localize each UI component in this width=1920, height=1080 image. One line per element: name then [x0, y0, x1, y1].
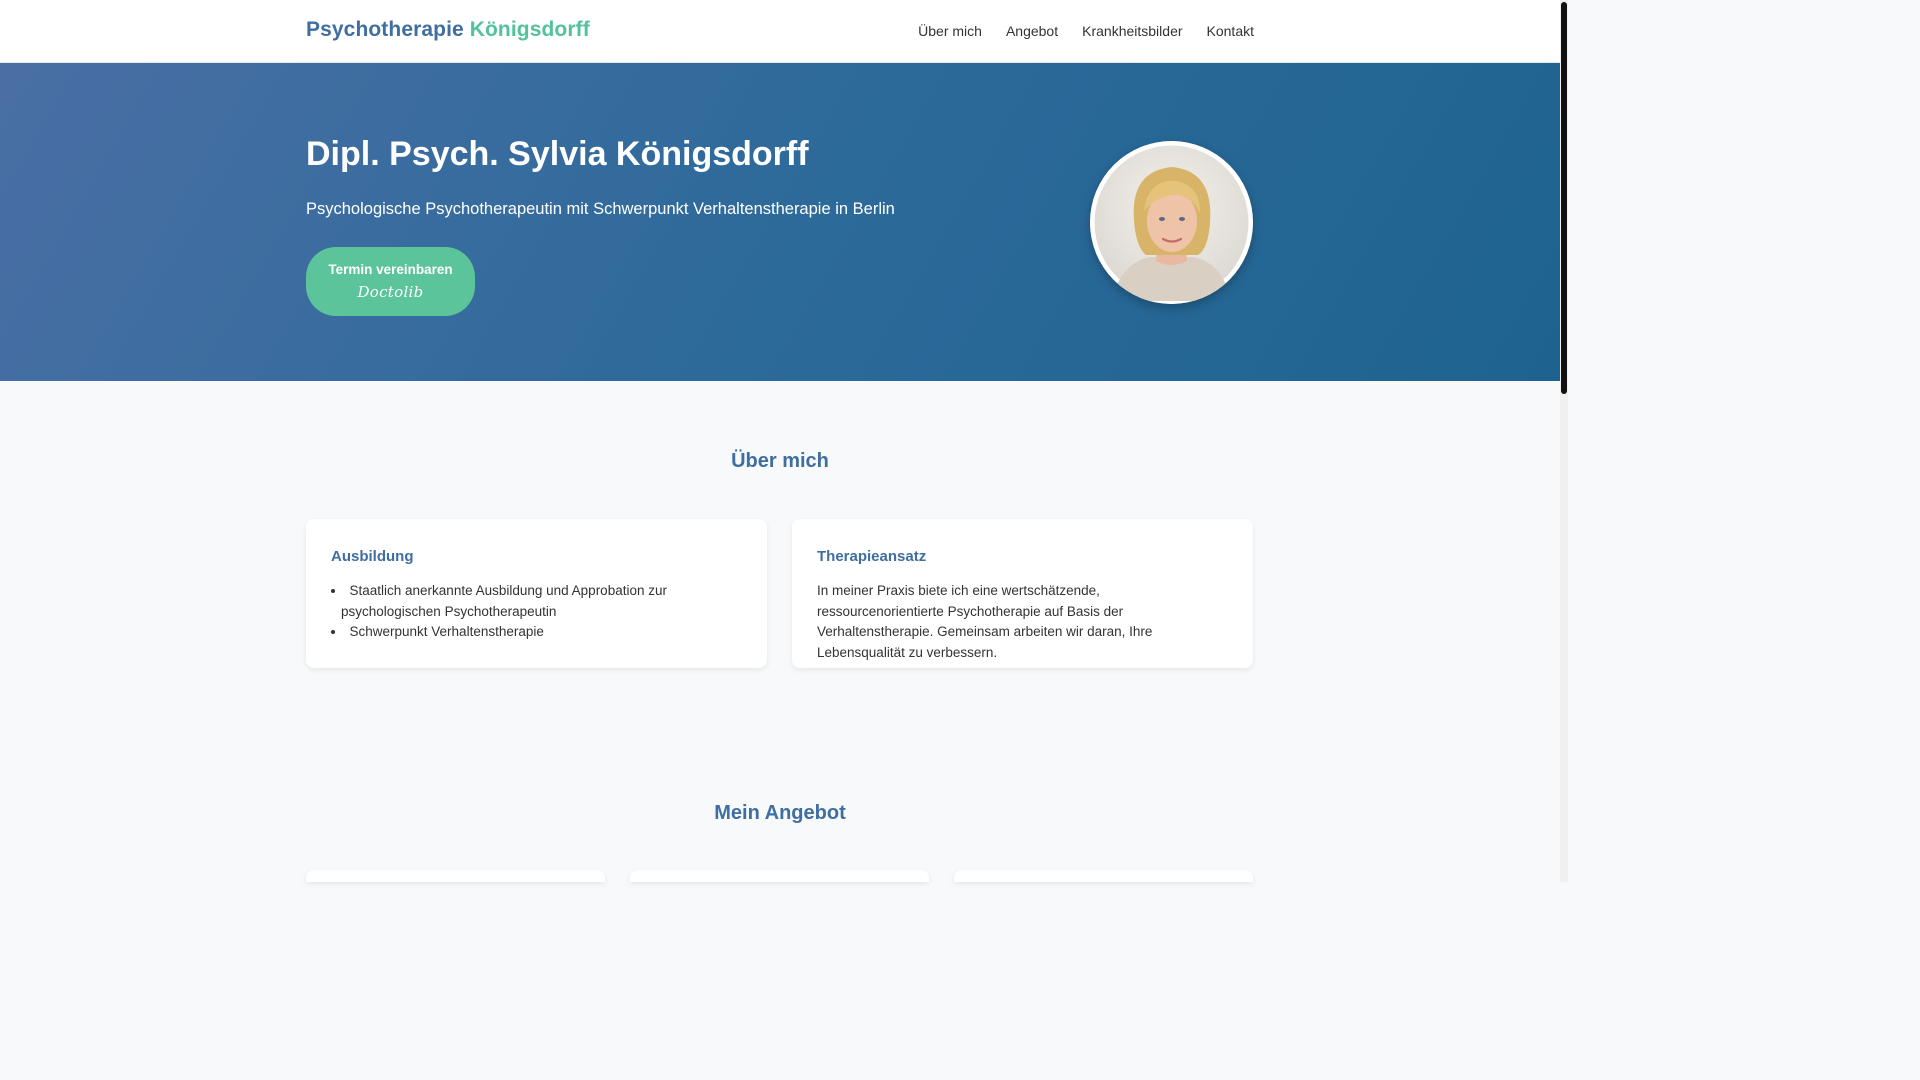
therapy-approach-card-title: Therapieansatz — [817, 548, 927, 565]
nav-angebot[interactable]: Angebot — [1006, 23, 1058, 39]
page-scrollbar[interactable] — [1560, 0, 1568, 882]
brand-primary: Psychotherapie — [306, 18, 464, 41]
offer-card-3 — [954, 870, 1253, 882]
site-header: Psychotherapie Königsdorff Über mich Ang… — [0, 0, 1560, 63]
hero-subtitle: Psychologische Psychotherapeutin mit Sch… — [306, 200, 895, 218]
nav-ueber-mich[interactable]: Über mich — [918, 23, 982, 39]
education-list: Staatlich anerkannte Ausbildung und Appr… — [331, 581, 742, 643]
main-nav: Über mich Angebot Krankheitsbilder Konta… — [918, 23, 1254, 39]
education-card: Ausbildung Staatlich anerkannte Ausbildu… — [306, 519, 767, 668]
list-item: Schwerpunkt Verhaltenstherapie — [331, 622, 742, 643]
offer-section-title: Mein Angebot — [714, 802, 846, 824]
brand-accent: Königsdorff — [469, 18, 590, 41]
hero-section: Dipl. Psych. Sylvia Königsdorff Psycholo… — [0, 63, 1560, 381]
nav-krankheitsbilder[interactable]: Krankheitsbilder — [1082, 23, 1182, 39]
offer-card-1 — [306, 870, 605, 882]
offer-card-2 — [630, 870, 929, 882]
therapy-approach-card: Therapieansatz In meiner Praxis biete ic… — [792, 519, 1253, 668]
hero-title: Dipl. Psych. Sylvia Königsdorff — [306, 135, 809, 173]
book-appointment-label: Termin vereinbaren — [328, 262, 453, 277]
nav-kontakt[interactable]: Kontakt — [1207, 23, 1254, 39]
doctolib-logo: Doctolib — [357, 283, 424, 301]
portrait-photo-icon — [1090, 141, 1253, 304]
list-item: Staatlich anerkannte Ausbildung und Appr… — [331, 581, 742, 622]
book-appointment-button[interactable]: Termin vereinbaren Doctolib — [306, 247, 475, 316]
scrollbar-thumb[interactable] — [1561, 2, 1567, 394]
education-card-title: Ausbildung — [331, 548, 414, 565]
brand-logo[interactable]: Psychotherapie Königsdorff — [306, 18, 590, 42]
about-section-title: Über mich — [731, 450, 829, 472]
therapy-approach-text: In meiner Praxis biete ich eine wertschä… — [817, 583, 1153, 660]
